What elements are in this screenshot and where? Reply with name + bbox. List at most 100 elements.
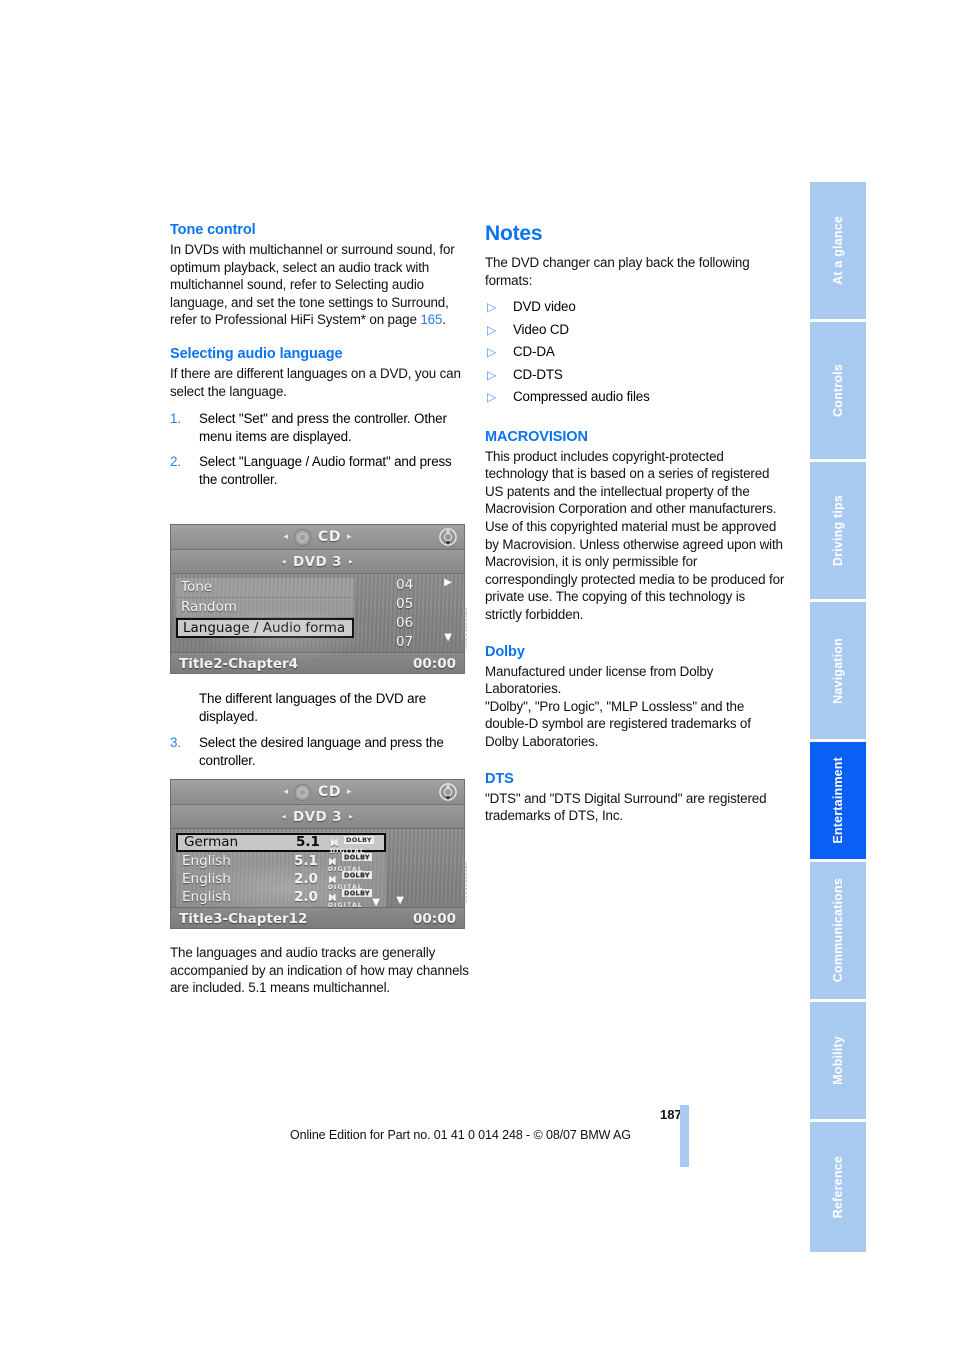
page-reference-165[interactable]: 165 <box>420 312 442 327</box>
format-item: ▷ CD-DA <box>485 341 785 364</box>
dolby-wordmark: DOLBY <box>342 853 372 861</box>
disc-arrow-left-icon: ◂ <box>281 557 287 566</box>
language-channels: 2.0 <box>294 889 318 905</box>
status-elapsed-time: 00:00 <box>413 656 456 672</box>
step-text: Select the desired language and press th… <box>199 735 444 768</box>
controller-icon <box>439 783 457 801</box>
dolby-digital-icon: ◗◖ DOLBY DIGITAL <box>328 853 380 873</box>
heading-macrovision: MACROVISION <box>485 428 588 445</box>
paragraph-closing: The languages and audio tracks are gener… <box>170 945 469 996</box>
footer-accent-bar <box>680 1105 689 1167</box>
dolby-digital-icon: ◗◖ DOLBY DIGITAL <box>328 871 380 891</box>
triangle-bullet-icon: ▷ <box>487 345 497 360</box>
language-name: English <box>182 871 231 887</box>
digital-wordmark: DIGITAL <box>328 902 363 909</box>
language-row[interactable]: English 2.0 ◗◖ DOLBY DIGITAL <box>176 888 386 909</box>
tab-label: At a glance <box>831 216 845 285</box>
language-row[interactable]: English 5.1 ◗◖ DOLBY DIGITAL <box>176 852 386 873</box>
language-list-panel: German 5.1 ◗◖ DOLBY DIGITAL English 5.1 … <box>176 832 386 909</box>
tab-mobility[interactable]: Mobility <box>810 1002 866 1122</box>
idrive-track-column: 04 05 06 07 ▶ ▼ <box>396 576 452 652</box>
arrow-right-icon: ▸ <box>346 532 352 542</box>
language-row[interactable]: German 5.1 ◗◖ DOLBY DIGITAL <box>176 833 386 855</box>
tab-driving-tips[interactable]: Driving tips <box>810 462 866 602</box>
menu-item-tone[interactable]: Tone <box>176 578 354 597</box>
triangle-bullet-icon: ▷ <box>487 300 497 315</box>
language-row[interactable]: English 2.0 ◗◖ DOLBY DIGITAL <box>176 870 386 891</box>
disc-arrow-right-icon: ▸ <box>348 557 354 566</box>
disc-arrow-left-icon: ◂ <box>281 812 287 821</box>
right-column: Notes The DVD changer can play back the … <box>485 222 785 825</box>
format-item: ▷ Compressed audio files <box>485 386 785 409</box>
format-label: Compressed audio files <box>513 389 650 405</box>
format-item: ▷ CD-DTS <box>485 364 785 387</box>
tab-label: Reference <box>831 1155 845 1219</box>
language-channels: 5.1 <box>296 834 320 850</box>
triangle-bullet-icon: ▷ <box>487 322 497 337</box>
paragraph-macrovision: This product includes copyright-protecte… <box>485 448 785 623</box>
format-item: ▷ Video CD <box>485 319 785 342</box>
paragraph-dolby-1: Manufactured under license from Dolby La… <box>485 663 714 697</box>
step-item: 1. Select "Set" and press the controller… <box>170 410 470 445</box>
paragraph-selecting-audio-intro: If there are different languages on a DV… <box>170 365 461 399</box>
tab-entertainment[interactable]: Entertainment <box>810 742 866 862</box>
arrow-right-icon: ▸ <box>346 787 352 797</box>
steps-list: 1. Select "Set" and press the controller… <box>170 410 470 488</box>
menu-item-random[interactable]: Random <box>176 598 354 617</box>
language-name: English <box>182 853 231 869</box>
tab-controls[interactable]: Controls <box>810 322 866 462</box>
dolby-wordmark: DOLBY <box>342 889 372 897</box>
left-column-bottom: The languages and audio tracks are gener… <box>170 944 470 997</box>
disc-arrow-right-icon: ▸ <box>348 812 354 821</box>
tab-navigation[interactable]: Navigation <box>810 602 866 742</box>
track-number[interactable]: 07 <box>396 633 442 652</box>
figure-code: 0361001AXXX <box>461 608 467 650</box>
idrive-disc-bar: ◂ DVD 3 ▸ <box>171 805 464 829</box>
cd-disc-icon <box>294 528 312 546</box>
scroll-down-icon[interactable]: ▼ <box>444 632 452 643</box>
language-name: German <box>184 834 239 850</box>
step-item: 2. Select "Language / Audio format" and … <box>170 453 470 488</box>
supported-formats-list: ▷ DVD video ▷ Video CD ▷ CD-DA ▷ CD-DTS … <box>485 296 785 409</box>
tab-label: Driving tips <box>831 494 845 567</box>
tone-control-text: In DVDs with multichannel or surround so… <box>170 242 455 328</box>
arrow-left-icon: ◂ <box>283 787 289 797</box>
double-d-symbol: ◗◖ <box>328 893 337 903</box>
menu-item-language-audio-format[interactable]: Language / Audio forma <box>176 618 354 638</box>
footer-edition-line: Online Edition for Part no. 01 41 0 014 … <box>290 1128 631 1142</box>
format-label: CD-DA <box>513 344 555 360</box>
scroll-down-icon[interactable]: ▼ <box>372 897 380 908</box>
controller-icon <box>439 528 457 546</box>
step-number: 1. <box>170 411 181 427</box>
scroll-up-icon[interactable]: ▶ <box>444 577 452 588</box>
tab-communications[interactable]: Communications <box>810 862 866 1002</box>
step-text: Select "Set" and press the controller. O… <box>199 411 447 444</box>
track-number[interactable]: 06 <box>396 614 442 633</box>
paragraph-dolby-2: "Dolby", "Pro Logic", "MLP Lossless" and… <box>485 698 751 749</box>
heading-dts: DTS <box>485 770 514 787</box>
double-d-symbol: ◗◖ <box>328 875 337 885</box>
dolby-wordmark: DOLBY <box>344 836 374 844</box>
dolby-wordmark: DOLBY <box>342 871 372 879</box>
idrive-body: Tone Random Language / Audio forma 04 05… <box>171 574 464 662</box>
paragraph-notes-intro: The DVD changer can play back the follow… <box>485 255 750 288</box>
figure-idrive-menu: ◂ CD ▸ ◂ DVD 3 ▸ Tone Random Language / … <box>170 524 465 674</box>
status-elapsed-time: 00:00 <box>413 911 456 927</box>
paragraph-after-figure-1: The different languages of the DVD are d… <box>199 691 427 724</box>
format-label: CD-DTS <box>513 366 563 382</box>
scroll-down-icon-secondary[interactable]: ▼ <box>396 895 404 906</box>
format-label: Video CD <box>513 321 569 337</box>
track-number[interactable]: 05 <box>396 595 442 614</box>
step-number: 2. <box>170 454 181 470</box>
idrive-menu-panel: Tone Random Language / Audio forma <box>176 578 354 639</box>
digital-wordmark: DIGITAL <box>328 884 363 891</box>
tab-at-a-glance[interactable]: At a glance <box>810 182 866 322</box>
step-item: 3. Select the desired language and press… <box>170 734 470 769</box>
tab-reference[interactable]: Reference <box>810 1122 866 1252</box>
paragraph-dts: "DTS" and "DTS Digital Surround" are reg… <box>485 790 767 824</box>
format-label: DVD video <box>513 299 576 315</box>
idrive-disc-label: DVD 3 <box>293 808 342 825</box>
figure-idrive-language-list: ◂ CD ▸ ◂ DVD 3 ▸ German 5.1 ◗◖ DOLBY DIG… <box>170 779 465 929</box>
track-number[interactable]: 04 <box>396 576 442 595</box>
